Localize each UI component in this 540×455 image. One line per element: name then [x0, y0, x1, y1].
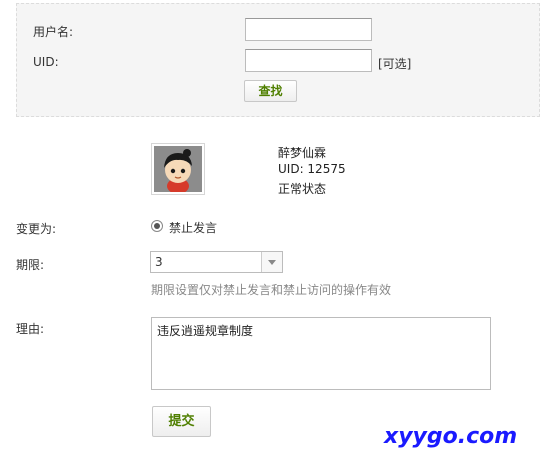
submit-button[interactable]: 提交: [152, 406, 211, 437]
cartoon-avatar-icon: [154, 146, 202, 194]
user-name: 醉梦仙霖: [278, 146, 327, 160]
uid-optional-hint: [可选]: [378, 57, 412, 71]
period-hint: 期限设置仅对禁止发言和禁止访问的操作有效: [151, 283, 392, 297]
period-select-value: 3: [155, 255, 163, 269]
watermark-text: xyygo.com: [384, 424, 518, 449]
avatar-image: [154, 146, 202, 194]
uid-input[interactable]: [245, 49, 372, 72]
ban-speech-radio[interactable]: [151, 220, 163, 232]
reason-label: 理由:: [16, 322, 45, 336]
user-status: 正常状态: [278, 182, 327, 196]
period-select[interactable]: 3: [150, 251, 283, 273]
avatar: [151, 143, 205, 195]
ban-speech-label[interactable]: 禁止发言: [169, 219, 217, 236]
reason-textarea[interactable]: 违反逍遥规章制度: [151, 317, 491, 390]
username-label: 用户名:: [33, 25, 74, 39]
change-to-label: 变更为:: [16, 222, 57, 236]
period-label: 期限:: [16, 258, 45, 272]
user-uid: UID: 12575: [278, 162, 346, 176]
chevron-down-icon[interactable]: [261, 252, 282, 272]
username-input[interactable]: [245, 18, 372, 41]
search-button[interactable]: 查找: [244, 80, 297, 102]
uid-label: UID:: [33, 55, 59, 69]
